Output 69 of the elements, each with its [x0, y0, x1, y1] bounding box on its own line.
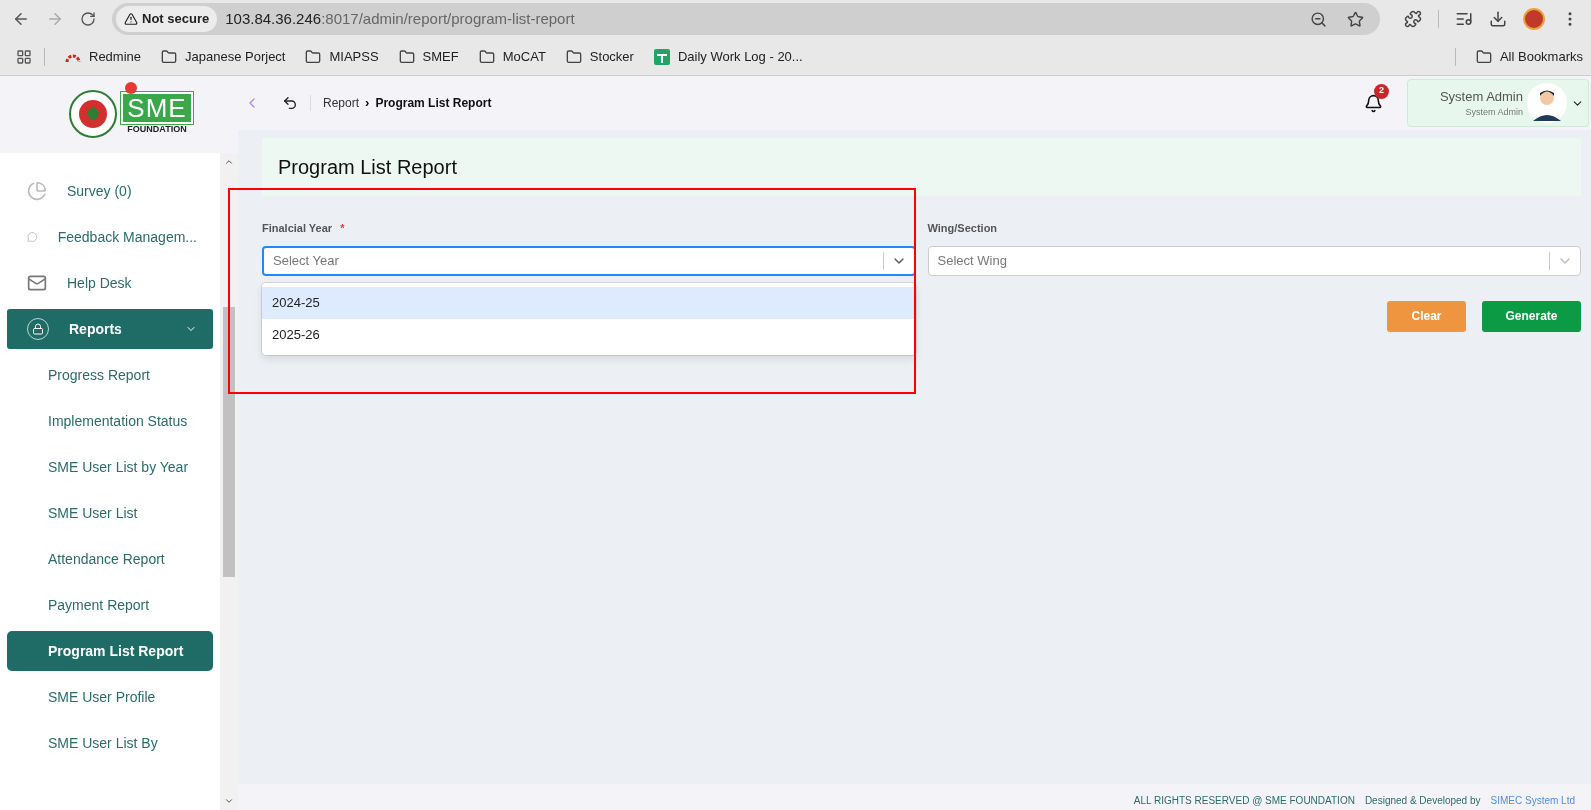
copyright-text: ALL RIGHTS RESERVED @ SME FOUNDATION: [1133, 794, 1355, 808]
all-bookmarks[interactable]: All Bookmarks: [1475, 46, 1583, 67]
sidebar-item[interactable]: Survey (0): [7, 171, 213, 211]
breadcrumb-link[interactable]: Report: [323, 94, 360, 112]
download-icon[interactable]: [1489, 10, 1507, 28]
sidebar-item[interactable]: Feedback Managem...: [7, 217, 213, 257]
security-chip[interactable]: Not secure: [116, 6, 218, 32]
extensions-icon[interactable]: [1404, 10, 1422, 28]
bookmark[interactable]: Redmine: [65, 46, 142, 67]
user-name: System Admin: [1439, 87, 1523, 106]
back-icon[interactable]: [282, 95, 298, 111]
user-role: System Admin: [1465, 106, 1523, 119]
folder-icon: [1475, 48, 1492, 65]
field-label: Finalcial Year: [262, 221, 333, 236]
scrollbar[interactable]: [220, 153, 238, 810]
bell-icon[interactable]: [1364, 93, 1383, 113]
emblem-icon: [69, 89, 118, 138]
mail-icon: [27, 273, 47, 293]
avatar-silhouette: [1527, 83, 1567, 123]
spreadsheet-icon: [653, 48, 670, 65]
logo-subtitle: FOUNDATION: [127, 124, 187, 135]
address-bar[interactable]: Not secure 103.84.36.246:8017/admin/report/program-list-report: [112, 3, 1380, 35]
dropdown-option[interactable]: 2025-26: [262, 318, 916, 351]
select-field[interactable]: Select Year: [262, 245, 916, 276]
sidebar-subitem[interactable]: Implementation Status: [7, 401, 213, 441]
pie-chart-icon: [27, 181, 47, 201]
bookmark[interactable]: Daily Work Log - 20...: [653, 46, 803, 67]
folder-icon: [161, 48, 178, 65]
apps-icon[interactable]: [16, 48, 32, 65]
folder-icon: [565, 48, 582, 65]
sidebar-subitem[interactable]: Program List Report: [7, 631, 213, 671]
scroll-up-icon[interactable]: [224, 157, 234, 167]
generate-button[interactable]: Generate: [1482, 300, 1581, 332]
bookmark[interactable]: Japanese Porject: [161, 46, 286, 67]
sidebar-subitem[interactable]: Progress Report: [7, 355, 213, 395]
credit-text: Designed & Developed by: [1364, 794, 1481, 808]
notification-count: 2: [1374, 83, 1389, 99]
bookmark[interactable]: Stocker: [565, 46, 634, 67]
folder-icon: [478, 48, 495, 65]
sidebar-subitem[interactable]: SME User Profile: [7, 677, 213, 717]
sidebar-subitem[interactable]: SME User List by Year: [7, 447, 213, 487]
folder-icon: [305, 48, 322, 65]
sidebar-subitem[interactable]: SME User List By: [7, 723, 213, 763]
star-icon[interactable]: [1347, 10, 1364, 28]
scroll-down-icon[interactable]: [224, 796, 234, 806]
sidebar-subitem[interactable]: SME User List: [7, 493, 213, 533]
breadcrumb-current: Program List Report: [375, 95, 492, 112]
breadcrumb-separator: ›: [365, 94, 370, 113]
zoom-icon[interactable]: [1310, 10, 1327, 28]
bookmark[interactable]: MoCAT: [478, 46, 546, 67]
user-menu[interactable]: System Admin System Admin: [1407, 79, 1589, 127]
page-title: Program List Report: [278, 155, 457, 180]
url-text: 103.84.36.246:8017/admin/report/program-list-report: [225, 8, 575, 29]
bookmark[interactable]: SMEF: [398, 46, 459, 67]
profile-avatar[interactable]: [1523, 8, 1545, 30]
required-mark: *: [340, 221, 345, 236]
sidebar-subitem[interactable]: Payment Report: [7, 585, 213, 625]
media-icon[interactable]: [1455, 10, 1473, 28]
logo-letters: SME: [121, 92, 193, 124]
reload-icon[interactable]: [80, 11, 96, 27]
warning-icon: [124, 12, 138, 26]
sidebar-item[interactable]: Reports: [7, 309, 213, 349]
folder-icon: [398, 48, 415, 65]
sidebar-item[interactable]: Help Desk: [7, 263, 213, 303]
sidebar-subitem[interactable]: Attendance Report: [7, 539, 213, 579]
dropdown-option[interactable]: 2024-25: [262, 286, 916, 319]
select-field[interactable]: Select Wing: [927, 245, 1581, 276]
field-label: Wing/Section: [927, 221, 999, 236]
bookmark[interactable]: MIAPSS: [305, 46, 379, 67]
